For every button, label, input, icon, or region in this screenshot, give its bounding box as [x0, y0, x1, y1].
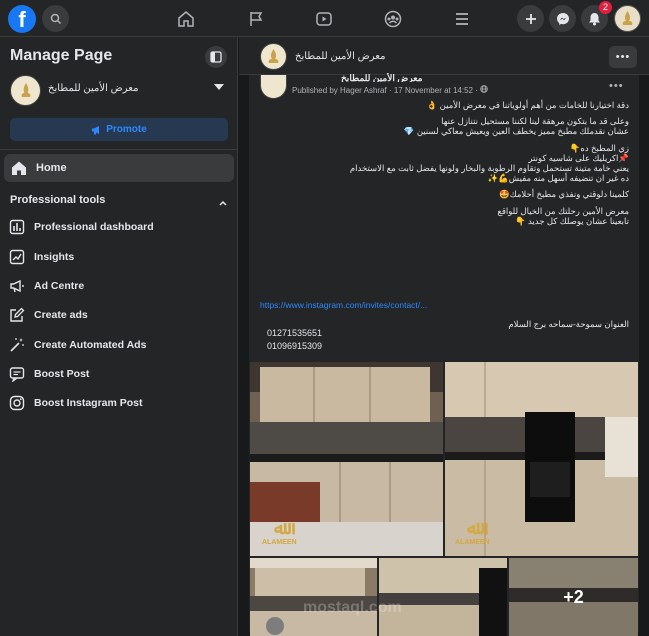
- watermark-brand: ALAMEEN: [262, 539, 297, 546]
- notification-badge: 2: [599, 1, 612, 14]
- watermark-logo: ﷲ ALAMEEN: [455, 518, 490, 547]
- sidebar-item-label: Create Automated Ads: [34, 339, 147, 351]
- phone-number[interactable]: 01096915309: [267, 341, 322, 351]
- post-photo[interactable]: ﷲ ALAMEEN: [250, 362, 443, 556]
- top-bar: f 2: [0, 0, 649, 37]
- insights-icon: [8, 248, 26, 266]
- main-content: معرض الأمين للمطابخ ••• معرض الأمين للمط…: [239, 37, 649, 636]
- post-photo[interactable]: +2: [509, 558, 638, 636]
- sidebar-item-professional-dashboard[interactable]: Professional dashboard: [8, 215, 230, 239]
- page-header: معرض الأمين للمطابخ •••: [239, 37, 649, 75]
- post-card: معرض الأمين للمطابخ Published by Hager A…: [249, 73, 639, 636]
- site-watermark: mostaql.com: [303, 599, 402, 616]
- page-header-name[interactable]: معرض الأمين للمطابخ: [295, 51, 385, 62]
- megaphone-icon: [92, 125, 100, 134]
- post-line: 📌اكريليك على شاسيه كونتر: [528, 152, 629, 163]
- messenger-icon[interactable]: [549, 5, 576, 32]
- post-photo[interactable]: [250, 558, 377, 636]
- post-line: زي المطبخ ده👇: [569, 142, 629, 153]
- post-line: دقة اختيارنا للخامات من أهم أولوياتنا في…: [426, 100, 629, 110]
- page-switcher[interactable]: معرض الأمين للمطابخ: [10, 75, 230, 109]
- phone-number[interactable]: 01271535651: [267, 328, 322, 338]
- post-line: ده غير ان تنضيفه أسهل منه مفيش💪✨: [487, 173, 629, 184]
- post-address: العنوان سموحة-سماحه برج السلام: [508, 319, 629, 329]
- video-icon[interactable]: [313, 8, 335, 30]
- post-body: دقة اختيارنا للخامات من أهم أولوياتنا في…: [259, 100, 629, 226]
- watermark-brand: ALAMEEN: [455, 539, 490, 546]
- instagram-link[interactable]: https://www.instagram.com/invites/contac…: [260, 300, 427, 310]
- page-avatar: [10, 75, 41, 106]
- search-icon[interactable]: [42, 5, 69, 32]
- home-icon[interactable]: [175, 8, 197, 30]
- wand-icon: [8, 336, 26, 354]
- post-line: كلمينا دلوقتي ونفذي مطبخ أحلامك🤩: [499, 189, 629, 200]
- sidebar-item-insights[interactable]: Insights: [8, 245, 230, 269]
- post-photo[interactable]: [379, 558, 507, 636]
- groups-icon[interactable]: [382, 8, 404, 30]
- sidebar-item-label: Professional dashboard: [34, 221, 154, 233]
- post-meta: Published by Hager Ashraf · 17 November …: [292, 85, 488, 95]
- divider: [0, 149, 238, 150]
- sidebar-item-label: Ad Centre: [34, 280, 85, 292]
- instagram-icon: [8, 394, 26, 412]
- post-line: عشان نقدملك مطبخ مميز يخطف العين ويعيش م…: [403, 126, 629, 137]
- sidebar-item-label: Boost Instagram Post: [34, 397, 143, 409]
- promote-label: Promote: [106, 124, 147, 135]
- sidebar-title: Manage Page: [10, 47, 113, 64]
- megaphone-icon: [8, 277, 26, 295]
- globe-icon: [480, 85, 488, 93]
- post-author-avatar[interactable]: [260, 75, 287, 99]
- facebook-logo-icon[interactable]: f: [8, 5, 36, 33]
- sidebar-item-create-automated-ads[interactable]: Create Automated Ads: [8, 333, 230, 357]
- sidebar-item-boost-post[interactable]: Boost Post: [8, 362, 230, 386]
- plus-icon[interactable]: [517, 5, 544, 32]
- sidebar-item-label: Insights: [34, 251, 75, 263]
- sidebar-item-create-ads[interactable]: Create ads: [8, 303, 230, 327]
- more-options-button[interactable]: •••: [609, 46, 637, 68]
- dashboard-icon: [8, 218, 26, 236]
- chevron-up-icon[interactable]: [218, 195, 228, 206]
- post-more-button[interactable]: •••: [609, 80, 624, 92]
- flag-icon[interactable]: [245, 8, 267, 30]
- promote-button[interactable]: Promote: [10, 118, 228, 141]
- post-photo[interactable]: ﷲ ALAMEEN: [445, 362, 638, 556]
- boost-icon: [8, 365, 26, 383]
- post-line: يعني خامة متينة تستحمل وتقاوم الرطوبة وا…: [349, 162, 629, 173]
- home-icon: [10, 159, 28, 177]
- sidebar-item-ad-centre[interactable]: Ad Centre: [8, 274, 230, 298]
- menu-icon[interactable]: [451, 8, 473, 30]
- sidebar-item-label: Home: [36, 162, 67, 174]
- post-line: تابعينا عشان يوصلك كل جديد 👇: [515, 215, 629, 226]
- collapse-sidebar-icon[interactable]: [205, 46, 227, 68]
- watermark-logo: ﷲ ALAMEEN: [262, 518, 297, 547]
- post-line: معرض الأمين رحلتك من الخيال للواقع: [497, 205, 629, 216]
- sidebar-item-label: Create ads: [34, 309, 88, 321]
- more-photos-overlay[interactable]: +2: [509, 558, 638, 636]
- post-author-name[interactable]: معرض الأمين للمطابخ: [341, 73, 422, 82]
- sidebar-item-boost-instagram-post[interactable]: Boost Instagram Post: [8, 391, 230, 415]
- sidebar-item-home[interactable]: Home: [4, 154, 234, 182]
- post-line: وعلى قد ما بتكون مرهقة لينا لكننا مستحيل…: [441, 116, 629, 127]
- page-name: معرض الأمين للمطابخ: [48, 83, 139, 94]
- post-meta-text: Published by Hager Ashraf · 17 November …: [292, 86, 478, 95]
- sidebar-item-label: Boost Post: [34, 368, 90, 380]
- section-title: Professional tools: [10, 194, 106, 206]
- sidebar: Manage Page معرض الأمين للمطابخ Promote …: [0, 37, 238, 636]
- account-avatar[interactable]: [614, 5, 641, 32]
- bell-icon[interactable]: 2: [581, 1, 612, 32]
- edit-icon: [8, 306, 26, 324]
- chevron-down-icon[interactable]: [214, 84, 224, 90]
- page-avatar[interactable]: [260, 43, 287, 70]
